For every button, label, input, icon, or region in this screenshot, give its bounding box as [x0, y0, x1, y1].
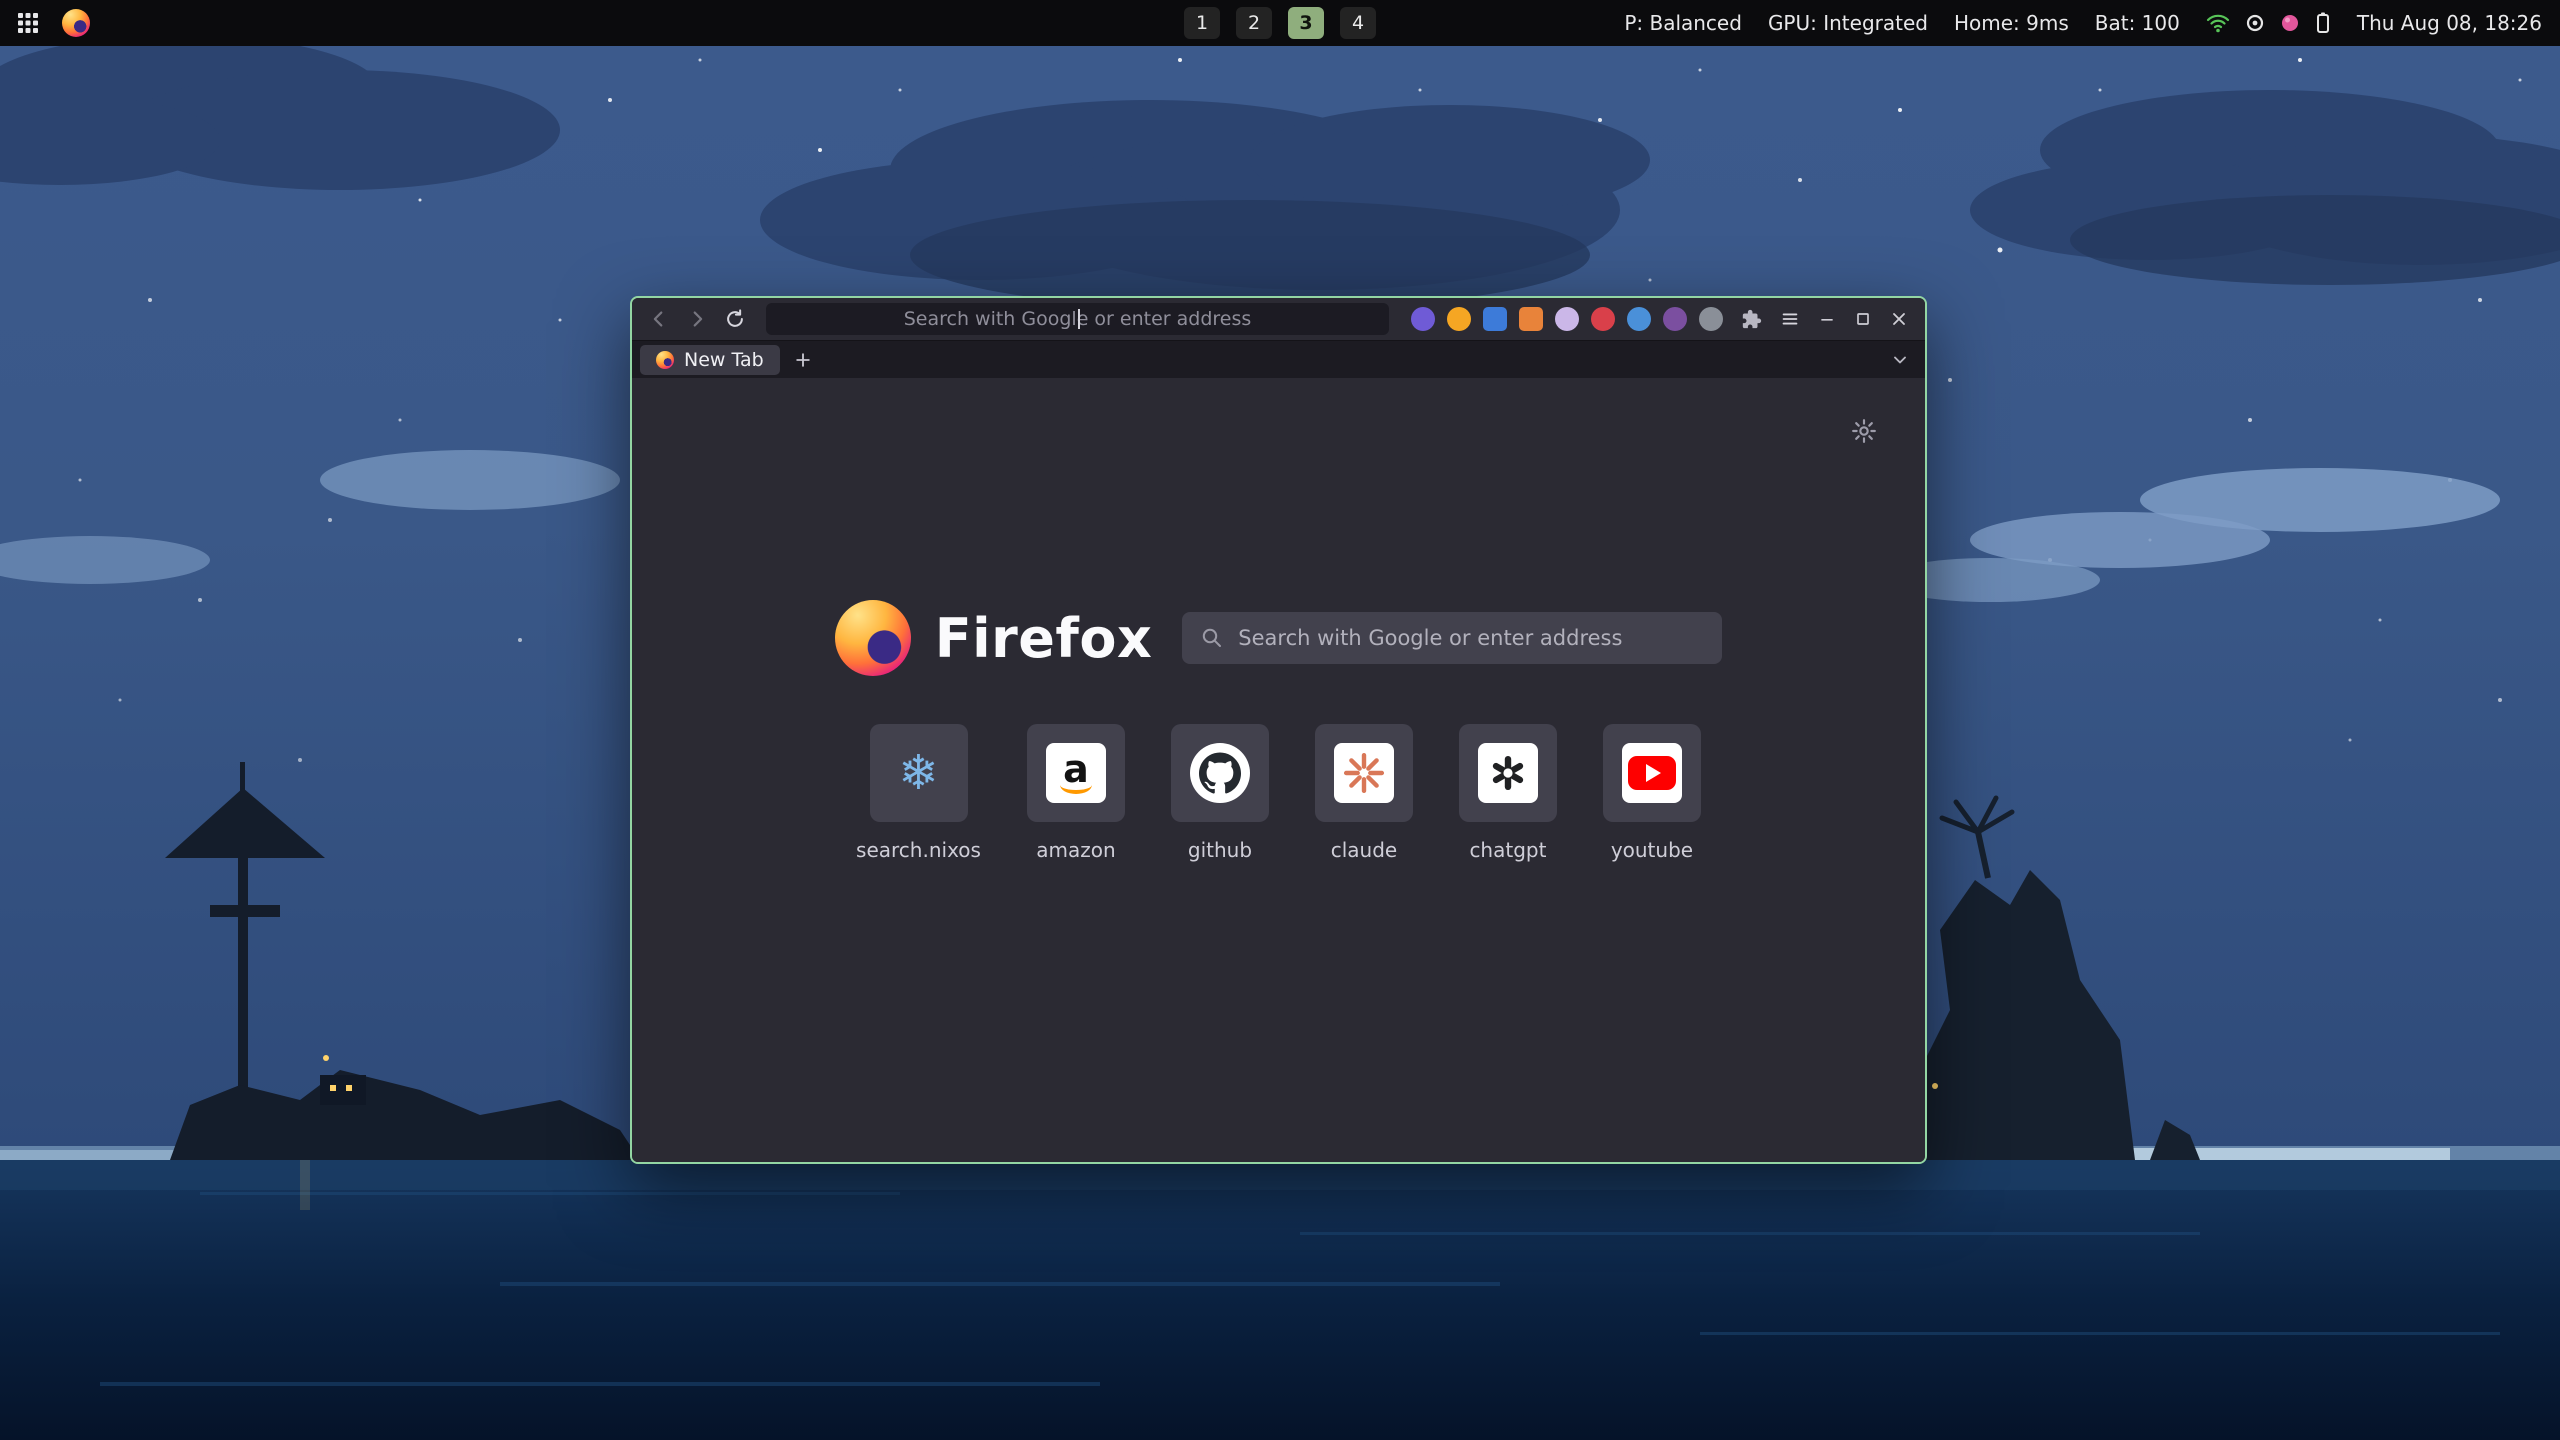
power-profile-status[interactable]: P: Balanced [1624, 11, 1742, 35]
status-bar: 1 2 3 4 P: Balanced GPU: Integrated Home… [0, 0, 2560, 46]
search-icon [1200, 626, 1224, 650]
desktop: 1 2 3 4 P: Balanced GPU: Integrated Home… [0, 0, 2560, 1440]
workspace-4[interactable]: 4 [1340, 7, 1376, 39]
gpu-status[interactable]: GPU: Integrated [1768, 11, 1928, 35]
firefox-window: Search with Google or enter address [630, 296, 1927, 1164]
magenta-indicator-icon[interactable] [2280, 13, 2300, 33]
newtab-search-input[interactable]: Search with Google or enter address [1182, 612, 1722, 664]
reload-button[interactable] [718, 303, 752, 335]
network-latency-status[interactable]: Home: 9ms [1954, 11, 2069, 35]
extension-icon-3[interactable] [1483, 307, 1507, 331]
firefox-favicon [656, 351, 674, 369]
shortcut-amazon[interactable]: a amazon [1027, 724, 1125, 862]
window-minimize-button[interactable] [1811, 304, 1843, 334]
personalize-gear-icon[interactable] [1847, 414, 1881, 448]
shortcut-label: youtube [1611, 838, 1693, 862]
shortcut-github[interactable]: github [1171, 724, 1269, 862]
extension-icon-2[interactable] [1447, 307, 1471, 331]
menu-button[interactable] [1773, 303, 1807, 335]
window-close-button[interactable] [1883, 304, 1915, 334]
chatgpt-knot-icon [1478, 743, 1538, 803]
github-octocat-icon [1190, 743, 1250, 803]
window-maximize-button[interactable] [1847, 304, 1879, 334]
firefox-logo [835, 600, 911, 676]
tablet-battery-icon[interactable] [2315, 12, 2331, 34]
workspace-switcher: 1 2 3 4 [1184, 7, 1376, 39]
battery-status[interactable]: Bat: 100 [2095, 11, 2180, 35]
shortcut-chatgpt[interactable]: chatgpt [1459, 724, 1557, 862]
tab-title: New Tab [684, 349, 764, 371]
forward-button[interactable] [680, 303, 714, 335]
url-bar[interactable]: Search with Google or enter address [766, 303, 1389, 335]
extension-row [1411, 307, 1723, 331]
amazon-icon: a [1046, 743, 1106, 803]
clock[interactable]: Thu Aug 08, 18:26 [2357, 11, 2542, 35]
shortcut-label: github [1188, 838, 1252, 862]
shortcuts-row: ❄ search.nixos a amazon github [856, 724, 1701, 862]
tray-icons [2206, 12, 2331, 34]
text-cursor [1078, 309, 1080, 329]
shortcut-label: search.nixos [856, 838, 981, 862]
workspace-3[interactable]: 3 [1288, 7, 1324, 39]
firefox-taskbar-icon[interactable] [62, 9, 90, 37]
extension-icon-5[interactable] [1555, 307, 1579, 331]
list-all-tabs-chevron-icon[interactable] [1885, 345, 1915, 375]
new-tab-button[interactable] [788, 345, 818, 375]
extensions-puzzle-icon[interactable] [1735, 303, 1769, 335]
shortcut-search-nixos[interactable]: ❄ search.nixos [856, 724, 981, 862]
back-button[interactable] [642, 303, 676, 335]
extension-icon-1[interactable] [1411, 307, 1435, 331]
wifi-icon[interactable] [2206, 12, 2230, 34]
newtab-center: Firefox Search with Google or enter addr… [632, 378, 1925, 862]
shortcut-claude[interactable]: claude [1315, 724, 1413, 862]
shortcut-label: claude [1331, 838, 1397, 862]
claude-starburst-icon [1334, 743, 1394, 803]
youtube-play-icon [1622, 743, 1682, 803]
workspace-1[interactable]: 1 [1184, 7, 1220, 39]
workspace-2[interactable]: 2 [1236, 7, 1272, 39]
tab-bar: New Tab [632, 340, 1925, 378]
shortcut-youtube[interactable]: youtube [1603, 724, 1701, 862]
firefox-wordmark: Firefox [935, 607, 1153, 670]
brand-search-row: Firefox Search with Google or enter addr… [835, 600, 1723, 676]
nixos-snowflake-icon: ❄ [898, 749, 938, 797]
extension-icon-7[interactable] [1627, 307, 1651, 331]
browser-toolbar: Search with Google or enter address [632, 298, 1925, 340]
new-tab-page: Firefox Search with Google or enter addr… [632, 378, 1925, 1162]
extension-icon-6[interactable] [1591, 307, 1615, 331]
circle-indicator-icon[interactable] [2245, 13, 2265, 33]
shortcut-label: amazon [1036, 838, 1115, 862]
tab-new-tab[interactable]: New Tab [640, 345, 780, 375]
extension-icon-9[interactable] [1699, 307, 1723, 331]
extension-icon-4[interactable] [1519, 307, 1543, 331]
app-launcher-icon[interactable] [16, 11, 40, 35]
newtab-search-placeholder: Search with Google or enter address [1238, 626, 1622, 650]
extension-icon-8[interactable] [1663, 307, 1687, 331]
shortcut-label: chatgpt [1469, 838, 1546, 862]
